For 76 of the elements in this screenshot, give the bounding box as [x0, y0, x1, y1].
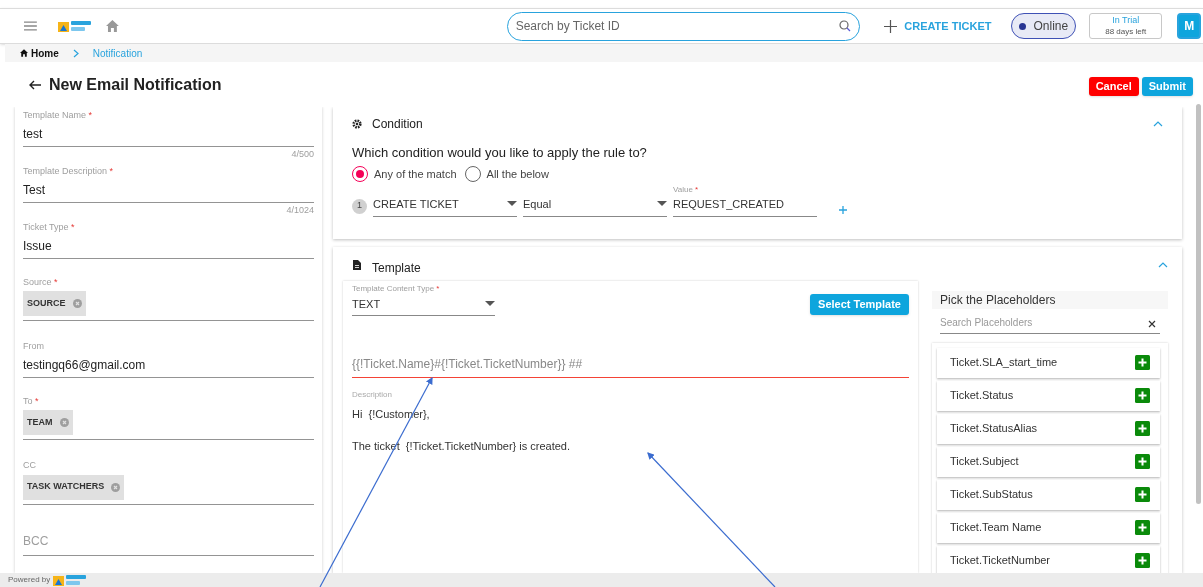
condition-question: Which condition would you like to apply the rule to? [352, 144, 648, 162]
document-icon [353, 259, 361, 270]
content-type-dropdown[interactable]: TEXT [352, 294, 495, 316]
field-label: Template Name * [23, 109, 94, 122]
add-icon[interactable] [1135, 553, 1150, 568]
search-icon[interactable] [839, 20, 852, 32]
field-label: Value * [673, 184, 700, 196]
trial-days: 88 days left [1105, 26, 1147, 37]
online-status-badge[interactable]: Online [1011, 13, 1077, 39]
add-icon[interactable] [1135, 421, 1150, 436]
logo-icon [57, 19, 92, 33]
add-icon[interactable] [1135, 355, 1150, 370]
add-icon[interactable] [1135, 520, 1150, 535]
field-label: Description [352, 389, 393, 401]
chip-field[interactable]: TEAM [23, 408, 314, 440]
gear-icon [352, 119, 362, 129]
text-field[interactable]: Issue [23, 234, 314, 259]
logo-icon [53, 573, 88, 587]
section-title: Template [372, 259, 421, 277]
text-field[interactable]: BCC [23, 531, 314, 550]
collapse-icon[interactable] [1153, 121, 1163, 127]
chip-field[interactable]: TASK WATCHERS [23, 472, 314, 505]
placeholder-item[interactable]: Ticket.Team Name [937, 512, 1160, 543]
field-label: Template Description * [23, 165, 115, 178]
placeholder-item[interactable]: Ticket.Status [937, 380, 1160, 411]
operator-dropdown[interactable]: Equal [523, 196, 667, 217]
chip[interactable]: TASK WATCHERS [23, 474, 125, 500]
field-label: Ticket Type * [23, 221, 76, 234]
caret-icon [507, 201, 517, 208]
trial-title: In Trial [1112, 15, 1140, 26]
field-label: To * [23, 394, 40, 408]
back-arrow-icon[interactable] [29, 79, 41, 90]
add-icon[interactable] [1135, 487, 1150, 502]
close-icon[interactable] [1148, 320, 1156, 328]
home-icon [20, 49, 28, 57]
placeholder-item[interactable]: Ticket.SLA_start_time [937, 347, 1160, 378]
placeholder-item[interactable]: Ticket.SubStatus [937, 479, 1160, 510]
collapse-icon[interactable] [1158, 261, 1168, 268]
subject-field[interactable]: {{!Ticket.Name}#{!Ticket.TicketNumber}} ## [352, 355, 909, 378]
radio-option[interactable]: All the below [464, 165, 549, 182]
section-title: Condition [372, 116, 423, 133]
chip[interactable]: TEAM [23, 410, 73, 435]
placeholder-item[interactable]: Ticket.Subject [937, 446, 1160, 477]
field-label: Template Content Type * [352, 282, 441, 295]
add-icon[interactable] [839, 205, 847, 214]
action-button[interactable]: Cancel [1088, 76, 1139, 96]
text-field[interactable]: testingq66@gmail.com [23, 353, 314, 378]
caret-icon [485, 300, 495, 307]
character-counter: 4/1024 [286, 203, 314, 217]
chip-field[interactable]: SOURCE [23, 289, 314, 321]
search-field[interactable]: Search by Ticket ID [506, 11, 861, 41]
radio-option[interactable]: Any of the match [352, 165, 457, 182]
caret-icon [657, 201, 667, 208]
text-field[interactable]: Test [23, 178, 314, 203]
value-field[interactable]: REQUEST_CREATED [673, 196, 817, 217]
field-label: CC [23, 459, 37, 472]
add-icon[interactable] [1135, 454, 1150, 469]
chip[interactable]: SOURCE [23, 291, 86, 316]
character-counter: 4/500 [291, 147, 314, 161]
menu-icon[interactable] [24, 21, 37, 31]
placeholders-title: Pick the Placeholders [940, 291, 1056, 309]
text-field[interactable]: test [23, 122, 314, 147]
plus-icon [884, 19, 898, 33]
field-dropdown[interactable]: CREATE TICKET [373, 196, 517, 217]
trial-badge[interactable]: In Trial 88 days left [1089, 13, 1163, 39]
home-icon[interactable] [105, 20, 119, 32]
powered-by-text: Powered by [8, 574, 51, 586]
add-icon[interactable] [1135, 388, 1150, 403]
chevron-right-icon [72, 48, 79, 58]
page-title: New Email Notification [49, 74, 222, 95]
placeholder-item[interactable]: Ticket.StatusAlias [937, 413, 1160, 444]
placeholder-search-field[interactable]: Search Placeholders [940, 314, 1160, 334]
field-label: Source * [23, 275, 59, 289]
rule-number: 1 [352, 198, 367, 214]
breadcrumb-link[interactable]: Home [31, 45, 59, 61]
field-label: From [23, 340, 45, 353]
